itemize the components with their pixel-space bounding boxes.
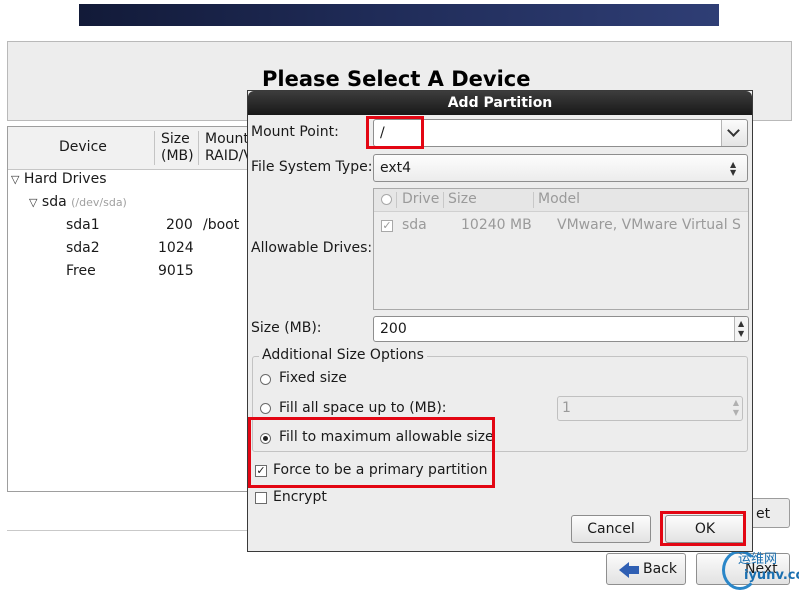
arrow-down-icon: ▼ — [730, 168, 737, 177]
chevron-down-icon — [727, 124, 740, 137]
top-banner — [79, 4, 719, 26]
watermark-logo: 运维网 iyunv.com — [722, 548, 799, 590]
tree-label: Hard Drives — [23, 171, 107, 187]
drive-checkbox[interactable]: ✓ — [381, 220, 393, 232]
tree-row-hard-drives[interactable]: ▽ Hard Drives — [11, 171, 107, 187]
tree-row-sda[interactable]: ▽ sda (/dev/sda) — [29, 194, 127, 210]
column-drive[interactable]: Drive — [402, 191, 439, 207]
allowable-drives-label: Allowable Drives: — [251, 240, 373, 256]
fs-type-select[interactable]: ext4 ▲ ▼ — [373, 154, 748, 182]
mount-point-combobox[interactable]: / — [373, 119, 748, 147]
back-label: Back — [643, 561, 677, 577]
fs-type-label: File System Type: — [251, 159, 373, 175]
fill-max-radio[interactable] — [260, 433, 271, 444]
tree-row-sda2[interactable]: sda2 1024 — [66, 240, 242, 256]
back-button[interactable]: Back — [606, 553, 686, 585]
device-tree-header: Device Size (MB) Mount RAID/V — [8, 127, 248, 170]
drives-table-header: Drive Size Model — [374, 189, 748, 212]
size-stepper[interactable]: ▲ ▼ — [734, 317, 748, 341]
fill-upto-spinbutton[interactable]: 1 ▲ ▼ — [557, 396, 743, 421]
arrow-left-icon — [619, 562, 639, 578]
encrypt-label[interactable]: Encrypt — [273, 489, 327, 505]
encrypt-checkbox[interactable] — [255, 492, 267, 504]
tree-label: sda1 — [66, 217, 100, 233]
cancel-button[interactable]: Cancel — [571, 515, 651, 543]
size-label: Size (MB): — [251, 320, 322, 336]
tree-size: 200 — [166, 217, 193, 233]
fs-type-value: ext4 — [380, 160, 412, 176]
divider — [7, 530, 247, 531]
column-device[interactable]: Device — [59, 139, 107, 156]
tree-size: 9015 — [158, 263, 194, 279]
fill-upto-value: 1 — [562, 400, 571, 416]
column-size[interactable]: Size (MB) — [161, 131, 194, 165]
size-value[interactable]: 200 — [380, 321, 407, 337]
column-size[interactable]: Size — [448, 191, 477, 207]
tree-mount: /boot — [203, 217, 240, 233]
arrow-down-icon[interactable]: ▼ — [738, 330, 744, 338]
size-options-title: Additional Size Options — [259, 347, 427, 363]
drive-size: 10240 MB — [461, 217, 532, 233]
tree-row-free[interactable]: Free 9015 — [66, 263, 242, 279]
page-title: Please Select A Device — [262, 67, 531, 91]
add-partition-dialog: Add Partition Mount Point: / File System… — [247, 90, 753, 552]
primary-partition-checkbox[interactable]: ✓ — [255, 465, 267, 477]
mount-point-dropdown[interactable] — [721, 120, 747, 146]
mount-point-value[interactable]: / — [380, 125, 385, 141]
column-mount[interactable]: Mount RAID/V — [205, 131, 248, 165]
tree-size: 1024 — [158, 240, 194, 256]
primary-partition-label[interactable]: Force to be a primary partition — [273, 462, 487, 478]
tree-row-sda1[interactable]: sda1 200 /boot — [66, 217, 242, 233]
mount-point-label: Mount Point: — [251, 124, 339, 140]
column-model[interactable]: Model — [538, 191, 580, 207]
tree-label: Free — [66, 263, 96, 279]
dialog-title: Add Partition — [248, 91, 752, 115]
size-spinbutton[interactable]: 200 ▲ ▼ — [373, 316, 749, 342]
fixed-size-label[interactable]: Fixed size — [279, 370, 347, 386]
select-all-radio[interactable] — [381, 194, 392, 205]
drive-name: sda — [402, 217, 427, 233]
fs-type-updown[interactable]: ▲ ▼ — [721, 155, 747, 181]
fixed-size-radio[interactable] — [260, 374, 271, 385]
drives-table: Drive Size Model ✓ sda 10240 MB VMware, … — [373, 188, 749, 310]
device-tree: Device Size (MB) Mount RAID/V ▽ Hard Dri… — [7, 126, 249, 492]
stepper-icon: ▲ ▼ — [732, 398, 739, 417]
drive-model: VMware, VMware Virtual S — [557, 217, 741, 233]
fill-upto-radio[interactable] — [260, 403, 271, 414]
tree-label: sda2 — [66, 240, 100, 256]
tree-device-path: (/dev/sda) — [71, 196, 127, 209]
ok-button[interactable]: OK — [665, 515, 745, 543]
fill-max-label[interactable]: Fill to maximum allowable size — [279, 429, 494, 445]
fill-upto-label[interactable]: Fill all space up to (MB): — [279, 400, 447, 416]
arrow-up-icon[interactable]: ▲ — [738, 320, 744, 328]
expander-down-icon[interactable]: ▽ — [11, 173, 19, 186]
tree-label: sda — [41, 194, 67, 210]
reset-button[interactable]: et — [752, 498, 790, 528]
watermark-bottom-text: iyunv.com — [744, 568, 799, 583]
expander-down-icon[interactable]: ▽ — [29, 196, 37, 209]
